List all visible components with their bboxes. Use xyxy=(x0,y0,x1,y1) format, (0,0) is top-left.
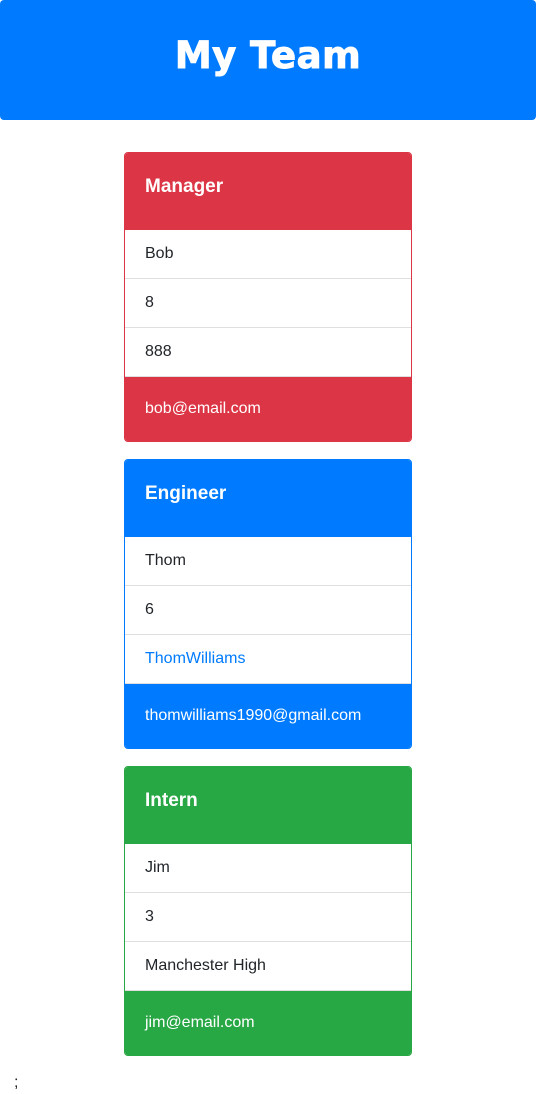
intern-card: Intern Jim 3 Manchester High jim@email.c… xyxy=(124,766,412,1056)
team-cards: Manager Bob 8 888 bob@email.com Engineer… xyxy=(124,152,412,1073)
card-header: Engineer xyxy=(125,460,411,537)
card-role: Engineer xyxy=(145,482,227,504)
card-name: Thom xyxy=(125,537,411,586)
card-id: 8 xyxy=(125,279,411,328)
stray-text: ; xyxy=(14,1074,19,1091)
card-header: Manager xyxy=(125,153,411,230)
github-link[interactable]: ThomWilliams xyxy=(125,635,411,684)
card-id: 6 xyxy=(125,586,411,635)
card-name: Jim xyxy=(125,844,411,893)
card-id: 3 xyxy=(125,893,411,942)
card-name: Bob xyxy=(125,230,411,279)
card-office-number: 888 xyxy=(125,328,411,377)
card-email: bob@email.com xyxy=(125,377,411,441)
card-email: jim@email.com xyxy=(125,991,411,1055)
card-role: Intern xyxy=(145,789,198,811)
engineer-card: Engineer Thom 6 ThomWilliams thomwilliam… xyxy=(124,459,412,749)
card-header: Intern xyxy=(125,767,411,844)
manager-card: Manager Bob 8 888 bob@email.com xyxy=(124,152,412,442)
page-header: My Team xyxy=(0,0,536,120)
card-school: Manchester High xyxy=(125,942,411,991)
page-title: My Team xyxy=(174,33,362,77)
card-role: Manager xyxy=(145,175,224,197)
card-email: thomwilliams1990@gmail.com xyxy=(125,684,411,748)
